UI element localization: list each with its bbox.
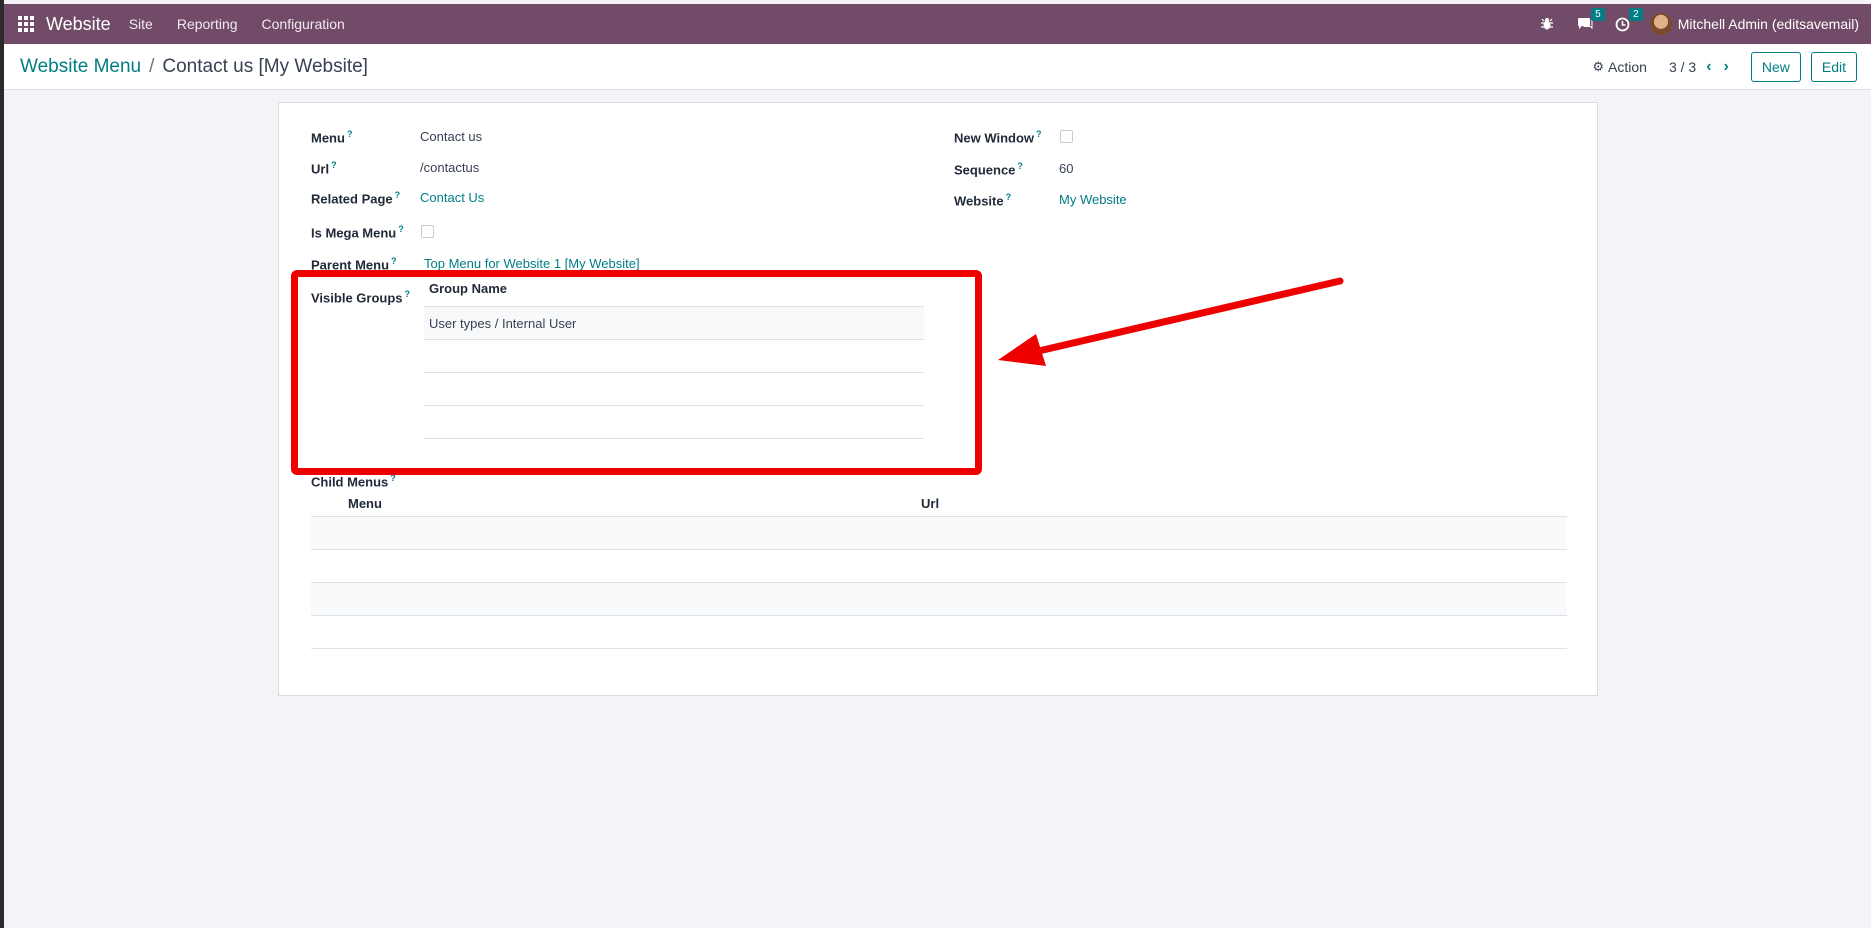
- top-navbar: Website Site Reporting Configuration 5 2…: [4, 4, 1871, 44]
- pager-value[interactable]: 3 / 3: [1669, 59, 1696, 75]
- menu-field-value: Contact us: [420, 129, 483, 144]
- help-tooltip-icon[interactable]: ?: [347, 129, 353, 139]
- new-window-field-label: New Window?: [954, 129, 1042, 146]
- help-tooltip-icon[interactable]: ?: [1036, 129, 1042, 139]
- breadcrumb-parent-link[interactable]: Website Menu: [20, 56, 141, 78]
- control-panel: Website Menu / Contact us [My Website] ⚙…: [4, 44, 1871, 90]
- help-tooltip-icon[interactable]: ?: [331, 160, 337, 170]
- nav-item-configuration[interactable]: Configuration: [262, 16, 345, 32]
- url-column-header[interactable]: Url: [921, 496, 1567, 511]
- breadcrumb-current: Contact us [My Website]: [162, 55, 368, 77]
- help-tooltip-icon[interactable]: ?: [1006, 192, 1012, 202]
- help-tooltip-icon[interactable]: ?: [395, 190, 401, 200]
- action-button[interactable]: ⚙ Action: [1592, 59, 1647, 75]
- messages-icon[interactable]: 5: [1574, 8, 1605, 35]
- table-row: [311, 517, 1567, 550]
- new-button[interactable]: New: [1750, 51, 1801, 82]
- window-edge: [0, 0, 4, 928]
- url-field-value: /contactus: [420, 160, 480, 175]
- related-page-link[interactable]: Contact Us: [420, 190, 484, 205]
- gear-icon: ⚙: [1592, 58, 1605, 74]
- sequence-field-value: 60: [1059, 161, 1074, 176]
- user-avatar[interactable]: [1649, 13, 1672, 35]
- website-field-label: Website?: [954, 192, 1012, 209]
- url-field-label: Url?: [311, 160, 337, 177]
- activities-clock-icon[interactable]: 2: [1612, 8, 1643, 35]
- child-menus-table: Menu Url: [311, 491, 1567, 649]
- pager-next-chevron-right-icon[interactable]: ›: [1724, 58, 1729, 76]
- messages-count-badge: 5: [1591, 8, 1605, 21]
- website-link[interactable]: My Website: [1059, 192, 1127, 207]
- is-mega-menu-field-label: Is Mega Menu?: [311, 224, 404, 241]
- action-label: Action: [1608, 58, 1647, 75]
- help-tooltip-icon[interactable]: ?: [1017, 161, 1023, 171]
- edit-button[interactable]: Edit: [1810, 51, 1857, 82]
- help-tooltip-icon[interactable]: ?: [398, 224, 404, 234]
- apps-menu-icon[interactable]: [6, 4, 46, 44]
- child-menus-field-label: Child Menus?: [311, 473, 396, 490]
- table-row: [311, 583, 1567, 616]
- nav-item-site[interactable]: Site: [129, 16, 153, 32]
- help-tooltip-icon[interactable]: ?: [391, 256, 397, 266]
- child-menus-table-header: Menu Url: [311, 491, 1567, 517]
- menu-column-header[interactable]: Menu: [311, 496, 921, 511]
- table-row: [311, 550, 1567, 583]
- activities-count-badge: 2: [1629, 8, 1643, 21]
- table-row: [311, 616, 1567, 649]
- annotation-highlight-box: [291, 270, 982, 475]
- is-mega-menu-checkbox[interactable]: [421, 225, 434, 238]
- breadcrumb: Website Menu / Contact us [My Website]: [20, 56, 368, 78]
- menu-field-label: Menu?: [311, 129, 353, 146]
- new-window-checkbox[interactable]: [1060, 130, 1073, 143]
- annotation-arrow-icon: [998, 277, 1344, 366]
- pager-previous-chevron-left-icon[interactable]: ‹: [1706, 58, 1711, 76]
- related-page-field-label: Related Page?: [311, 190, 401, 207]
- debug-bug-icon[interactable]: [1536, 13, 1558, 35]
- parent-menu-link[interactable]: Top Menu for Website 1 [My Website]: [424, 256, 640, 271]
- app-brand[interactable]: Website: [46, 14, 111, 35]
- sequence-field-label: Sequence?: [954, 161, 1023, 178]
- user-menu-name[interactable]: Mitchell Admin (editsavemail): [1678, 16, 1859, 32]
- nav-item-reporting[interactable]: Reporting: [177, 16, 238, 32]
- breadcrumb-separator: /: [149, 55, 155, 77]
